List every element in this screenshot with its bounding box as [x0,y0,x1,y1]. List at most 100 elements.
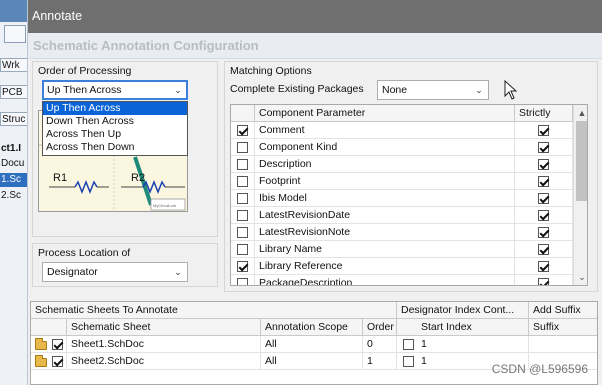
start-index-checkbox[interactable] [403,356,414,367]
background-item[interactable]: Struc [0,112,27,126]
parameter-name: Library Name [255,241,515,258]
table-header-cell [231,105,255,122]
process-location-label: Process Location of [38,247,131,259]
strictly-checkbox[interactable] [538,159,549,170]
strictly-checkbox[interactable] [538,278,549,285]
strictly-cell [515,173,573,190]
row-checkbox[interactable] [237,176,248,187]
suffix-cell[interactable] [529,336,597,353]
strictly-checkbox[interactable] [538,142,549,153]
sheet-checkbox[interactable] [52,339,63,350]
start-index-value[interactable]: 1 [421,353,427,369]
table-row[interactable]: PackageDescription [231,275,587,285]
column-header-order[interactable]: Order [363,319,397,336]
preview-label-r1: R1 [53,172,67,184]
row-checkbox[interactable] [237,244,248,255]
table-row[interactable]: Component Kind [231,139,587,156]
background-item[interactable]: 2.Sc [0,189,27,203]
row-checkbox[interactable] [237,210,248,221]
table-row[interactable]: Description [231,156,587,173]
row-checkbox[interactable] [237,227,248,238]
table-row[interactable]: Comment [231,122,587,139]
strictly-checkbox[interactable] [538,125,549,136]
row-checkbox[interactable] [237,278,248,285]
strictly-checkbox[interactable] [538,261,549,272]
annotation-scope[interactable]: All [261,353,363,370]
sheet-order[interactable]: 0 [363,336,397,353]
annotate-dialog: Annotate Schematic Annotation Configurat… [28,0,602,385]
table-row[interactable]: LatestRevisionNote [231,224,587,241]
chevron-down-icon[interactable]: ⌄ [473,81,485,99]
table-row[interactable]: Footprint [231,173,587,190]
start-index-checkbox[interactable] [403,339,414,350]
dialog-header: Schematic Annotation Configuration [28,33,602,59]
start-index-value[interactable]: 1 [421,336,427,352]
chevron-down-icon[interactable]: ⌄ [172,263,184,281]
row-check-cell [231,139,255,156]
table-row[interactable]: Sheet1.SchDoc All 0 1 [31,336,597,353]
scroll-up-icon[interactable]: ▲ [575,107,587,119]
sheet-check-cell [31,353,67,370]
chevron-down-icon[interactable]: ⌄ [172,81,184,99]
row-check-cell [231,173,255,190]
order-of-processing-select[interactable]: Up Then Across ⌄ [42,80,188,100]
annotation-scope[interactable]: All [261,336,363,353]
matching-scrollbar[interactable]: ▲ ⌄ [573,105,587,285]
column-header-schematic-sheet[interactable]: Schematic Sheet [67,319,261,336]
table-row[interactable]: Library Name [231,241,587,258]
strictly-checkbox[interactable] [538,227,549,238]
sheet-checkbox[interactable] [52,356,63,367]
background-item[interactable]: Wrk [0,58,27,72]
matching-parameters-table[interactable]: Component Parameter Strictly Comment Comp… [230,104,588,286]
strictly-cell [515,190,573,207]
row-check-cell [231,258,255,275]
background-item[interactable]: 1.Sc [0,173,27,187]
background-item[interactable]: Docu [0,157,27,171]
parameter-name: Ibis Model [255,190,515,207]
order-option[interactable]: Across Then Down [43,141,187,154]
row-checkbox[interactable] [237,142,248,153]
background-combo [4,25,26,43]
strictly-checkbox[interactable] [538,193,549,204]
row-checkbox[interactable] [237,193,248,204]
complete-packages-value: None [382,84,408,96]
parameter-name: LatestRevisionDate [255,207,515,224]
row-check-cell [231,207,255,224]
sheet-order[interactable]: 1 [363,353,397,370]
matching-options-label: Matching Options [230,65,312,77]
order-of-processing-dropdown[interactable]: Up Then Across Down Then Across Across T… [42,101,188,156]
scroll-thumb[interactable] [576,121,587,201]
row-checkbox[interactable] [237,125,248,136]
row-checkbox[interactable] [237,159,248,170]
strictly-checkbox[interactable] [538,176,549,187]
order-option[interactable]: Across Then Up [43,128,187,141]
strictly-cell [515,207,573,224]
strictly-cell [515,275,573,285]
strictly-checkbox[interactable] [538,244,549,255]
table-row[interactable]: Library Reference [231,258,587,275]
complete-packages-select[interactable]: None ⌄ [377,80,489,100]
parameter-name: Component Kind [255,139,515,156]
parameter-name: Comment [255,122,515,139]
column-header-annotation-scope[interactable]: Annotation Scope [261,319,363,336]
strictly-checkbox[interactable] [538,210,549,221]
strictly-cell [515,139,573,156]
parameter-name: Footprint [255,173,515,190]
group-header-sheets: Schematic Sheets To Annotate [31,302,397,319]
order-option[interactable]: Up Then Across [43,102,187,115]
table-row[interactable]: LatestRevisionDate [231,207,587,224]
row-check-cell [231,122,255,139]
process-location-select[interactable]: Designator ⌄ [42,262,188,282]
column-header-component-parameter[interactable]: Component Parameter [255,105,515,122]
order-option[interactable]: Down Then Across [43,115,187,128]
strictly-cell [515,224,573,241]
row-checkbox[interactable] [237,261,248,272]
scroll-down-icon[interactable]: ⌄ [575,271,587,283]
table-row[interactable]: Ibis Model [231,190,587,207]
column-header-strictly[interactable]: Strictly [515,105,573,122]
column-header-start-index[interactable]: Start Index [397,319,529,336]
background-item[interactable]: PCB [0,85,27,99]
background-item[interactable]: ct1.I [0,142,27,156]
sheet-name: Sheet1.SchDoc [67,336,261,353]
column-header-suffix[interactable]: Suffix [529,319,597,336]
